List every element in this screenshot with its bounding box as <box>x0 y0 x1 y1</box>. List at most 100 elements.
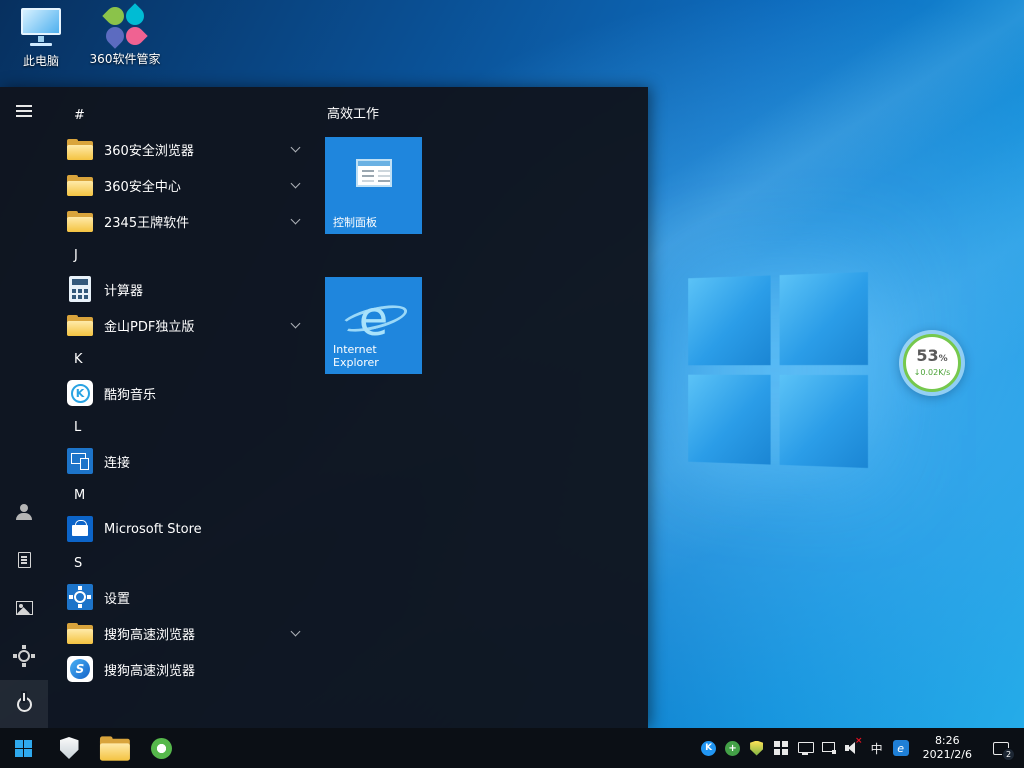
taskbar-clock[interactable]: 8:26 2021/2/6 <box>923 734 972 762</box>
tile-label: Internet Explorer <box>333 343 415 369</box>
computer-icon <box>19 6 63 48</box>
app-item-settings[interactable]: 设置 <box>65 579 325 615</box>
taskbar-360-safe-button[interactable] <box>46 728 92 768</box>
app-section-header[interactable]: L <box>65 411 325 443</box>
tray-monitor-icon[interactable] <box>797 738 813 758</box>
user-account-button[interactable] <box>0 488 48 536</box>
power-icon <box>17 697 32 712</box>
kugou-icon: K <box>65 378 95 408</box>
expand-menu-button[interactable] <box>0 87 48 135</box>
section-letter: S <box>74 556 82 571</box>
app-section-header[interactable]: K <box>65 343 325 375</box>
gear-icon <box>18 650 30 662</box>
app-item-connect[interactable]: 连接 <box>65 443 325 479</box>
windows-logo-pane <box>688 275 770 365</box>
section-letter: L <box>74 420 81 435</box>
connect-icon <box>65 446 95 476</box>
folder-icon <box>65 618 95 648</box>
app-item-360-secure-browser[interactable]: 360安全浏览器 <box>65 131 325 167</box>
green-browser-icon <box>151 738 172 759</box>
folder-icon <box>99 736 130 760</box>
app-item-kugou-music[interactable]: K 酷狗音乐 <box>65 375 325 411</box>
tile-control-panel[interactable]: 控制面板 <box>325 137 422 234</box>
folder-icon <box>65 170 95 200</box>
360-shield-icon <box>60 737 79 759</box>
user-icon <box>16 504 32 520</box>
tray-browser-icon[interactable]: e <box>893 738 909 758</box>
desktop-icon-360-software-manager[interactable]: 360软件管家 <box>88 6 162 69</box>
windows-logo-pane <box>780 272 868 365</box>
app-list: # 360安全浏览器 360安全中心 2345王牌软件 J 计算器 金山PDF独… <box>48 87 325 728</box>
chevron-down-icon[interactable] <box>291 143 301 153</box>
tile-group-title[interactable]: 高效工作 <box>327 103 648 119</box>
tile-internet-explorer[interactable]: e Internet Explorer <box>325 277 422 374</box>
pinwheel-icon <box>105 6 145 46</box>
tray-security-shield-icon[interactable] <box>749 738 765 758</box>
power-button[interactable] <box>0 680 48 728</box>
tray-ime-indicator[interactable]: 中 <box>869 738 885 758</box>
chevron-down-icon[interactable] <box>291 319 301 329</box>
chevron-down-icon[interactable] <box>291 179 301 189</box>
pictures-button[interactable] <box>0 584 48 632</box>
speed-ring: 53% ↓0.02K/s <box>903 334 961 392</box>
section-letter: J <box>74 248 78 263</box>
documents-button[interactable] <box>0 536 48 584</box>
taskbar: K + × 中 e 8:26 2021/2/6 <box>0 728 1024 768</box>
desktop-icon-label: 360软件管家 <box>90 50 161 67</box>
app-section-header[interactable]: S <box>65 547 325 579</box>
start-button[interactable] <box>0 728 46 768</box>
tray-volume-muted-icon[interactable]: × <box>845 738 861 758</box>
windows-start-icon <box>15 740 32 757</box>
windows-logo <box>688 272 868 468</box>
windows-logo-pane <box>780 375 868 468</box>
tile-label: 控制面板 <box>333 216 377 229</box>
app-item-2345-software[interactable]: 2345王牌软件 <box>65 203 325 239</box>
chevron-down-icon[interactable] <box>291 215 301 225</box>
action-center-button[interactable]: 2 <box>988 735 1014 761</box>
section-letter: M <box>74 488 85 503</box>
desktop-icon-area: 此电脑 360软件管家 <box>4 6 162 69</box>
settings-button[interactable] <box>0 632 48 680</box>
desktop-icon-label: 此电脑 <box>23 52 59 69</box>
app-section-header[interactable]: # <box>65 99 325 131</box>
network-speed-widget[interactable]: 53% ↓0.02K/s <box>899 330 965 396</box>
settings-app-icon <box>65 582 95 612</box>
start-menu: # 360安全浏览器 360安全中心 2345王牌软件 J 计算器 金山PDF独… <box>0 87 648 728</box>
sogou-icon: S <box>65 654 95 684</box>
document-icon <box>18 552 31 568</box>
section-letter: # <box>74 108 85 123</box>
clock-date: 2021/2/6 <box>923 748 972 762</box>
folder-icon <box>65 206 95 236</box>
app-item-sogou-browser[interactable]: S 搜狗高速浏览器 <box>65 651 325 687</box>
calculator-icon <box>65 274 95 304</box>
taskbar-file-explorer-button[interactable] <box>92 728 138 768</box>
windows-logo-pane <box>688 375 770 465</box>
folder-icon <box>65 310 95 340</box>
control-panel-icon <box>356 159 392 187</box>
clock-time: 8:26 <box>923 734 972 748</box>
notification-count-badge: 2 <box>1002 748 1015 761</box>
hamburger-icon <box>16 105 32 117</box>
system-tray: K + × 中 e 8:26 2021/2/6 <box>701 734 1014 762</box>
start-menu-rail <box>0 87 48 728</box>
taskbar-360-browser-button[interactable] <box>138 728 184 768</box>
download-speed: ↓0.02K/s <box>914 367 951 378</box>
chevron-down-icon[interactable] <box>291 627 301 637</box>
app-item-microsoft-store[interactable]: Microsoft Store <box>65 511 325 547</box>
memory-percent: 53% <box>916 348 947 367</box>
app-item-kingsoft-pdf[interactable]: 金山PDF独立版 <box>65 307 325 343</box>
app-item-sogou-browser-folder[interactable]: 搜狗高速浏览器 <box>65 615 325 651</box>
section-letter: K <box>74 352 83 367</box>
tray-accelerator-icon[interactable]: + <box>725 738 741 758</box>
app-section-header[interactable]: J <box>65 239 325 271</box>
app-item-360-security-center[interactable]: 360安全中心 <box>65 167 325 203</box>
store-icon <box>65 514 95 544</box>
tray-kugou-icon[interactable]: K <box>701 738 717 758</box>
desktop-icon-this-pc[interactable]: 此电脑 <box>4 6 78 69</box>
tray-app-grid-icon[interactable] <box>773 738 789 758</box>
tray-network-icon[interactable] <box>821 738 837 758</box>
internet-explorer-icon: e <box>343 293 405 345</box>
pictures-icon <box>16 601 33 615</box>
app-item-calculator[interactable]: 计算器 <box>65 271 325 307</box>
app-section-header[interactable]: M <box>65 479 325 511</box>
